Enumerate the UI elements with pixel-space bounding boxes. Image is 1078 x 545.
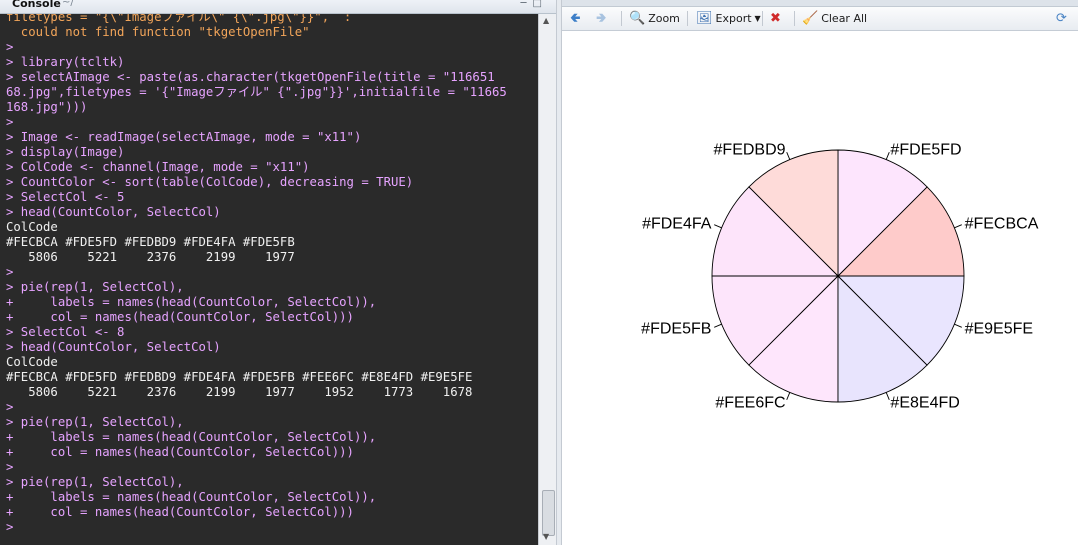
pie-slice-label: #FDE4FA: [642, 216, 712, 233]
chevron-down-icon: ▼: [754, 14, 761, 23]
console-line: ColCode: [6, 220, 58, 234]
scroll-down-icon[interactable]: ▼: [543, 532, 549, 541]
pie-slice-label: #E8E4FD: [890, 395, 959, 412]
console-line: > display(Image): [6, 145, 125, 159]
console-line: + col = names(head(CountColor, SelectCol…: [6, 445, 354, 459]
pie-slice-label: #FEDBD9: [714, 141, 786, 158]
console-line: >: [6, 520, 14, 534]
console-line: ColCode: [6, 355, 58, 369]
arrow-left-icon: 🢀: [570, 11, 581, 26]
console-line: 68.jpg",filetypes = '{"Imageファイル" {".jpg…: [6, 85, 507, 99]
console-pane: Console ~/ ─□ filetypes = "{\"Imageファイル\…: [0, 0, 556, 545]
zoom-button[interactable]: 🔍 Zoom: [629, 10, 680, 27]
pie-label-tick: [786, 152, 791, 160]
console-line: 168.jpg"))): [6, 100, 88, 114]
console-line: #FECBCA #FDE5FD #FEDBD9 #FDE4FA #FDE5FB: [6, 235, 295, 249]
forward-button[interactable]: 🢂: [596, 10, 607, 27]
console-line: >: [6, 460, 14, 474]
plots-pane: 🢀 🢂 🔍 Zoom 🖼 Export ▼ ✖ 🧹 Clear All ⟳ #F: [562, 0, 1078, 545]
console-working-directory[interactable]: ~/: [62, 0, 74, 8]
console-line: > SelectCol <- 5: [6, 190, 125, 204]
toolbar-separator: [762, 11, 763, 26]
export-image-icon: 🖼: [696, 11, 713, 26]
pie-slice-label: #FEE6FC: [715, 395, 785, 412]
console-line: 5806 5221 2376 2199 1977: [6, 250, 295, 264]
console-line: >: [6, 40, 14, 54]
pie-label-tick: [885, 392, 890, 400]
plots-toolbar: 🢀 🢂 🔍 Zoom 🖼 Export ▼ ✖ 🧹 Clear All ⟳: [562, 7, 1078, 31]
console-line: >: [6, 400, 14, 414]
console-line: > ColCode <- channel(Image, mode = "x11"…: [6, 160, 310, 174]
remove-plot-icon: ✖: [770, 11, 781, 26]
toolbar-separator: [794, 11, 795, 26]
console-line: #FECBCA #FDE5FD #FEDBD9 #FDE4FA #FDE5FB …: [6, 370, 473, 384]
pie-slice-label: #E9E5FE: [965, 320, 1033, 337]
refresh-icon: ⟳: [1056, 11, 1067, 26]
console-line: > Image <- readImage(selectAImage, mode …: [6, 130, 362, 144]
console-line: + labels = names(head(CountColor, Select…: [6, 295, 377, 309]
console-lines: filetypes = "{\"Imageファイル\" {\".jpg\"}}"…: [0, 14, 507, 535]
maximize-icon[interactable]: □: [533, 0, 548, 9]
pie-slice-label: #FDE5FD: [890, 141, 961, 158]
console-line: > pie(rep(1, SelectCol),: [6, 415, 184, 429]
plot-canvas: #FECBCA #FDE5FD #FEDBD9 #FDE4FA #FDE5FB #FEE6…: [562, 31, 1078, 545]
console-line: >: [6, 115, 14, 129]
toolbar-separator: [621, 11, 622, 26]
pie-label-tick: [786, 392, 791, 400]
console-line: 5806 5221 2376 2199 1977 1952 1773 1678: [6, 385, 473, 399]
refresh-button[interactable]: ⟳: [1056, 10, 1067, 27]
clear-all-button[interactable]: 🧹 Clear All: [802, 10, 867, 27]
console-line: + col = names(head(CountColor, SelectCol…: [6, 505, 354, 519]
console-line: + col = names(head(CountColor, SelectCol…: [6, 310, 354, 324]
console-line: > SelectCol <- 8: [6, 325, 125, 339]
pie-label-tick: [954, 323, 962, 328]
zoom-label: Zoom: [648, 12, 680, 25]
clear-all-label: Clear All: [821, 12, 868, 25]
scrollbar-thumb[interactable]: [542, 490, 555, 536]
console-line: > CountColor <- sort(table(ColCode), dec…: [6, 175, 414, 189]
console-tab-title[interactable]: Console: [12, 0, 61, 10]
console-line: > library(tcltk): [6, 55, 125, 69]
pie-slice-label: #FECBCA: [965, 216, 1039, 233]
console-output[interactable]: filetypes = "{\"Imageファイル\" {\".jpg\"}}"…: [0, 14, 538, 545]
broom-icon: 🧹: [802, 11, 819, 26]
pie-chart: #FECBCA #FDE5FD #FEDBD9 #FDE4FA #FDE5FB #FEE6…: [641, 141, 1039, 412]
back-button[interactable]: 🢀: [570, 10, 581, 27]
pie-label-tick: [714, 323, 722, 328]
console-header: Console ~/ ─□: [0, 0, 556, 14]
arrow-right-icon: 🢂: [596, 11, 607, 26]
console-line: > pie(rep(1, SelectCol),: [6, 280, 184, 294]
plots-tabstrip: [562, 0, 1078, 7]
export-button[interactable]: 🖼 Export ▼: [696, 10, 761, 27]
export-label: Export: [715, 12, 752, 25]
console-line: > selectAImage <- paste(as.character(tkg…: [6, 70, 495, 84]
toolbar-separator: [687, 11, 688, 26]
minimize-icon[interactable]: ─: [521, 0, 533, 9]
pane-window-controls[interactable]: ─□: [521, 0, 548, 9]
pie-label-tick: [714, 224, 722, 229]
magnifier-icon: 🔍: [629, 11, 646, 26]
console-scrollbar[interactable]: ▲ ▼: [538, 14, 557, 545]
remove-plot-button[interactable]: ✖: [770, 10, 781, 27]
console-line: + labels = names(head(CountColor, Select…: [6, 430, 377, 444]
console-line: > head(CountColor, SelectCol): [6, 205, 221, 219]
pie-label-tick: [954, 224, 962, 229]
console-line: could not find function "tkgetOpenFile": [6, 25, 310, 39]
console-line: > pie(rep(1, SelectCol),: [6, 475, 184, 489]
pie-slice-label: #FDE5FB: [641, 320, 711, 337]
console-line: > head(CountColor, SelectCol): [6, 340, 221, 354]
pie-label-tick: [885, 152, 890, 160]
console-line: + labels = names(head(CountColor, Select…: [6, 490, 377, 504]
console-line: filetypes = "{\"Imageファイル\" {\".jpg\"}}"…: [6, 14, 352, 24]
scroll-up-icon[interactable]: ▲: [543, 16, 549, 25]
console-line: >: [6, 265, 14, 279]
